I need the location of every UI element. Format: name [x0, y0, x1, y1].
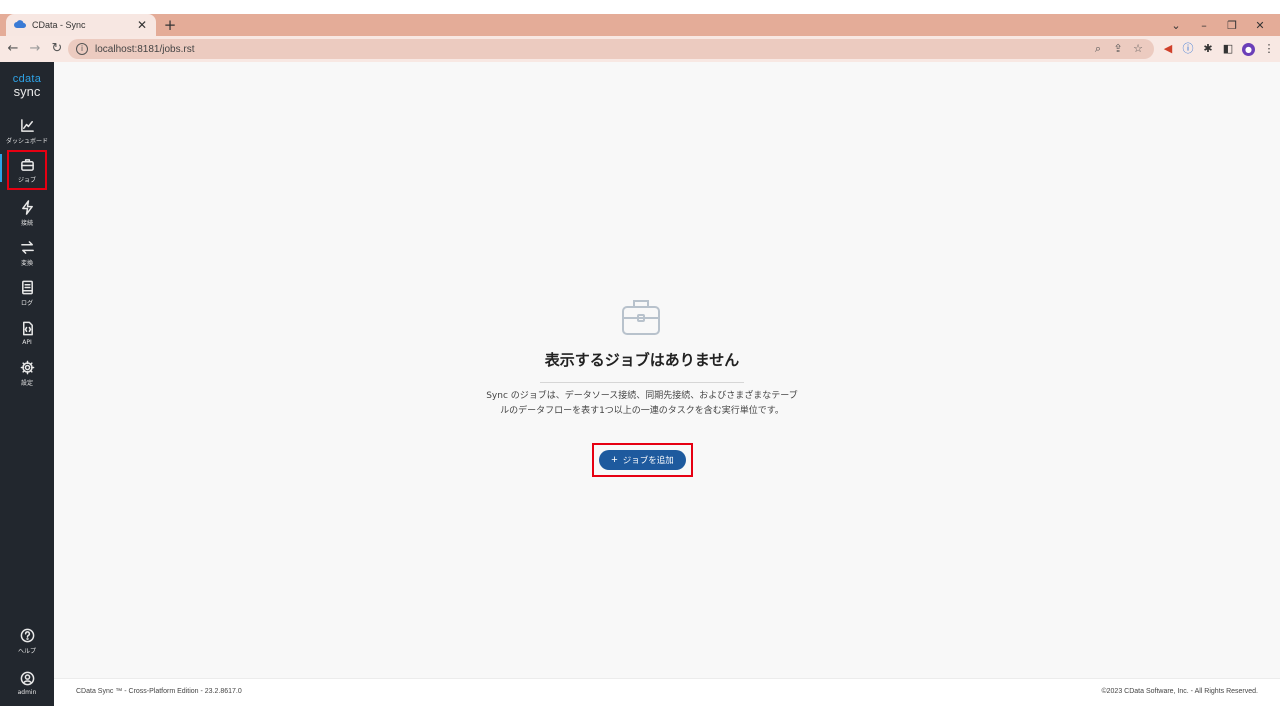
help-icon — [20, 628, 34, 642]
new-tab-button[interactable]: + — [162, 16, 178, 34]
megaphone-extension-icon[interactable]: ◀ — [1158, 40, 1178, 58]
divider — [540, 382, 744, 383]
sidebar-item-label: 変換 — [20, 259, 33, 267]
sidebar-item-label: 接続 — [20, 219, 33, 227]
copyright-text: ©2023 CData Software, Inc. - All Rights … — [1101, 688, 1258, 695]
puzzle-extensions-icon[interactable]: ✱ — [1198, 40, 1218, 58]
sidebar-item-label: ジョブ — [17, 176, 36, 184]
sidebar-item-label: ヘルプ — [17, 647, 36, 655]
bolt-icon — [21, 199, 33, 215]
sidebar-item-dashboard[interactable]: ダッシュボード — [0, 112, 54, 150]
sidebar-item-settings[interactable]: 設定 — [0, 354, 54, 392]
sidebar-item-label: ダッシュボード — [5, 137, 48, 145]
sidebar-item-label: admin — [17, 688, 37, 696]
sidebar-item-logs[interactable]: ログ — [0, 274, 54, 312]
close-window-icon[interactable]: ✕ — [1246, 19, 1274, 32]
info-extension-icon[interactable]: ⓘ — [1178, 40, 1198, 58]
zoom-icon[interactable]: ⌕ — [1088, 41, 1108, 57]
window-controls: ⌄ – ❐ ✕ — [1162, 14, 1274, 36]
minimize-icon[interactable]: – — [1190, 19, 1218, 32]
api-file-icon — [22, 321, 33, 335]
browser-tabbar: CData - Sync ✕ + ⌄ – ❐ ✕ — [0, 14, 1280, 36]
address-bar[interactable]: i localhost:8181/jobs.rst ⌕ ⇪ ☆ — [68, 39, 1154, 59]
tab-title: CData - Sync — [32, 20, 86, 30]
sidebar-item-admin[interactable]: admin — [0, 664, 54, 702]
empty-state-description: Sync のジョブは、データソース接続、同期先接続、およびさまざまなテーブルのデ… — [486, 391, 798, 416]
sidebar-item-connections[interactable]: 接続 — [0, 194, 54, 232]
kebab-menu-icon[interactable]: ⋮ — [1259, 40, 1279, 58]
active-nav-indicator — [0, 154, 2, 182]
sidebar-item-jobs[interactable]: ジョブ — [7, 150, 47, 190]
user-icon — [20, 671, 34, 685]
forward-arrow-icon[interactable]: → — [26, 40, 44, 58]
arrows-swap-icon — [20, 240, 34, 254]
back-arrow-icon[interactable]: ← — [4, 40, 22, 58]
log-book-icon — [21, 280, 33, 294]
extension-icons: ◀ ⓘ ✱ ◧ ● ⋮ — [1158, 40, 1279, 58]
gear-icon — [20, 360, 34, 374]
empty-state: 表示するジョブはありません Sync のジョブは、データソース接続、同期先接続、… — [54, 62, 1280, 678]
url-text[interactable]: localhost:8181/jobs.rst — [95, 44, 195, 55]
cdata-favicon-icon — [14, 19, 26, 31]
bottom-strip — [0, 706, 1280, 720]
browser-tab[interactable]: CData - Sync ✕ — [6, 14, 156, 36]
tab-close-icon[interactable]: ✕ — [136, 19, 148, 31]
site-info-icon[interactable]: i — [76, 43, 88, 55]
sidebar-item-transformations[interactable]: 変換 — [0, 234, 54, 272]
sidebar-item-label: API — [22, 338, 32, 346]
sidebar-item-label: ログ — [20, 299, 33, 307]
profile-avatar-icon[interactable]: ● — [1242, 42, 1255, 56]
share-icon[interactable]: ⇪ — [1108, 41, 1128, 57]
side-panel-icon[interactable]: ◧ — [1218, 40, 1238, 58]
logo-sync-text: sync — [13, 84, 41, 99]
browser-toolbar: ← → ↻ i localhost:8181/jobs.rst ⌕ ⇪ ☆ ◀ … — [0, 36, 1280, 62]
main-content: 表示するジョブはありません Sync のジョブは、データソース接続、同期先接続、… — [54, 62, 1280, 678]
empty-state-title: 表示するジョブはありません — [544, 351, 740, 369]
app-footer: CData Sync ™ - Cross-Platform Edition - … — [54, 678, 1280, 706]
chart-line-icon — [20, 118, 34, 132]
restore-icon[interactable]: ❐ — [1218, 19, 1246, 32]
cdata-sync-logo[interactable]: cdata sync — [0, 74, 54, 99]
plus-icon: + — [611, 453, 618, 466]
briefcase-icon — [620, 296, 662, 338]
sidebar-item-api[interactable]: API — [0, 314, 54, 352]
sidebar-item-help[interactable]: ヘルプ — [0, 622, 54, 660]
reload-icon[interactable]: ↻ — [48, 40, 66, 58]
add-job-button-label: ジョブを追加 — [622, 455, 674, 465]
version-text: CData Sync ™ - Cross-Platform Edition - … — [76, 688, 242, 695]
bookmark-star-icon[interactable]: ☆ — [1128, 41, 1148, 57]
app-sidebar: cdata sync ダッシュボード ジョブ 接続 変換 ログ API 設定 ヘ… — [0, 62, 54, 720]
add-job-button[interactable]: + ジョブを追加 — [599, 450, 686, 470]
briefcase-icon — [20, 158, 34, 171]
sidebar-item-label: 設定 — [20, 379, 33, 387]
tab-search-icon[interactable]: ⌄ — [1162, 19, 1190, 32]
